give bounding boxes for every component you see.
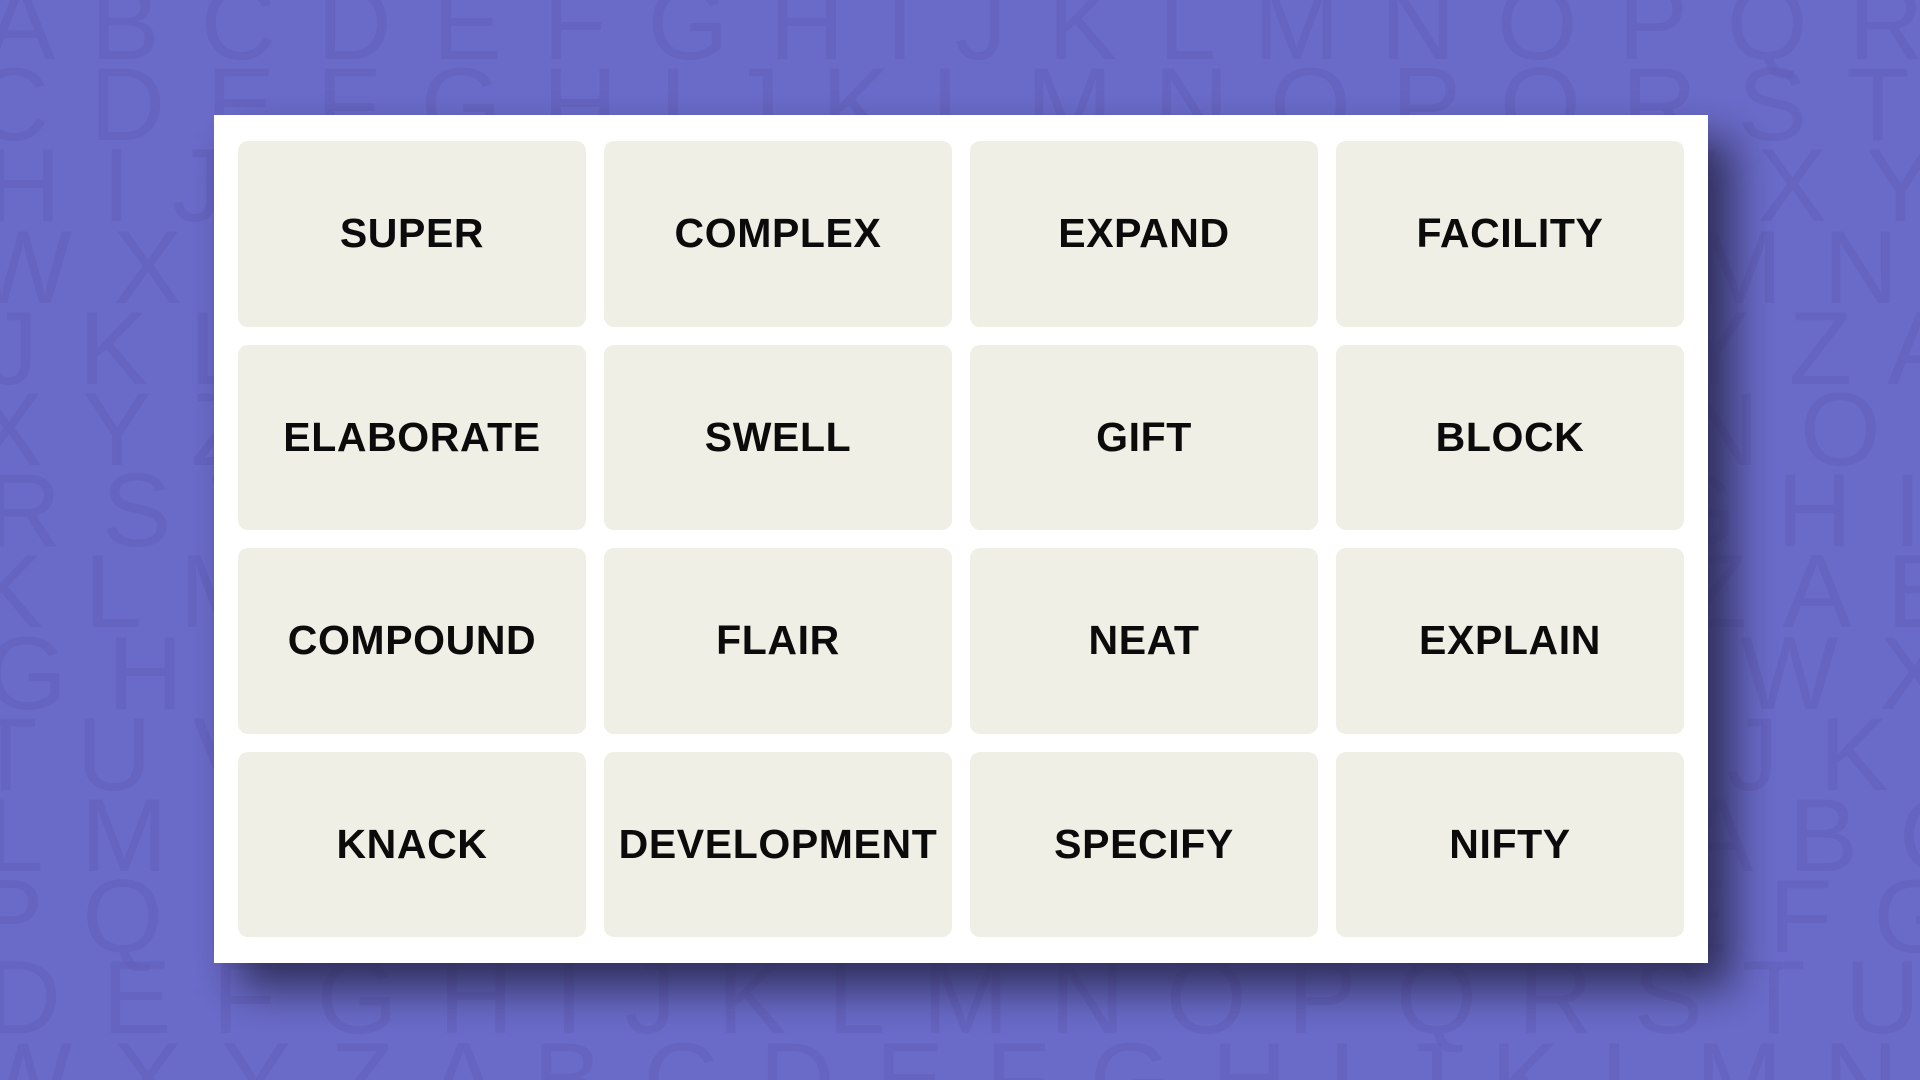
word-tile-label: BLOCK <box>1435 413 1585 460</box>
word-tile-label: EXPLAIN <box>1419 617 1601 664</box>
background-pattern-row: A B C D E F G H I J K L M N O P Q R S T … <box>0 0 1920 82</box>
puzzle-card: SUPER COMPLEX EXPAND FACILITY ELABORATE SWELL… <box>214 115 1708 963</box>
word-tile[interactable]: SPECIFY <box>970 751 1318 937</box>
word-tile[interactable]: COMPLEX <box>604 141 952 327</box>
word-tile-label: COMPOUND <box>287 617 537 664</box>
word-tile[interactable]: ELABORATE <box>238 344 586 530</box>
word-tile-label: DEVELOPMENT <box>618 820 938 867</box>
word-tile-label: NIFTY <box>1449 820 1571 867</box>
word-tile[interactable]: EXPAND <box>970 141 1318 327</box>
word-tile[interactable]: COMPOUND <box>238 548 586 734</box>
word-tile-label: SPECIFY <box>1054 820 1234 867</box>
word-tile[interactable]: KNACK <box>238 751 586 937</box>
word-tile-label: COMPLEX <box>674 210 882 257</box>
word-tile[interactable]: GIFT <box>970 344 1318 530</box>
word-tile[interactable]: DEVELOPMENT <box>604 751 952 937</box>
word-tile-label: KNACK <box>336 820 488 867</box>
word-tile[interactable]: BLOCK <box>1336 344 1684 530</box>
background-pattern-row: W X Y Z A B C D E F G H I J K L M N O P … <box>0 1021 1920 1080</box>
word-tile[interactable]: NIFTY <box>1336 751 1684 937</box>
word-tile[interactable]: EXPLAIN <box>1336 548 1684 734</box>
word-tile[interactable]: NEAT <box>970 548 1318 734</box>
word-tile-label: GIFT <box>1096 413 1192 460</box>
word-tile-label: ELABORATE <box>283 413 541 460</box>
word-tile-label: SUPER <box>339 210 485 257</box>
word-grid: SUPER COMPLEX EXPAND FACILITY ELABORATE SWELL… <box>238 141 1684 937</box>
word-tile-label: FLAIR <box>716 617 840 664</box>
word-tile-label: NEAT <box>1088 617 1200 664</box>
word-tile-label: FACILITY <box>1416 210 1604 257</box>
word-tile[interactable]: FACILITY <box>1336 141 1684 327</box>
word-tile-label: EXPAND <box>1058 210 1230 257</box>
word-tile[interactable]: SUPER <box>238 141 586 327</box>
word-tile[interactable]: FLAIR <box>604 548 952 734</box>
word-tile[interactable]: SWELL <box>604 344 952 530</box>
word-tile-label: SWELL <box>704 413 852 460</box>
